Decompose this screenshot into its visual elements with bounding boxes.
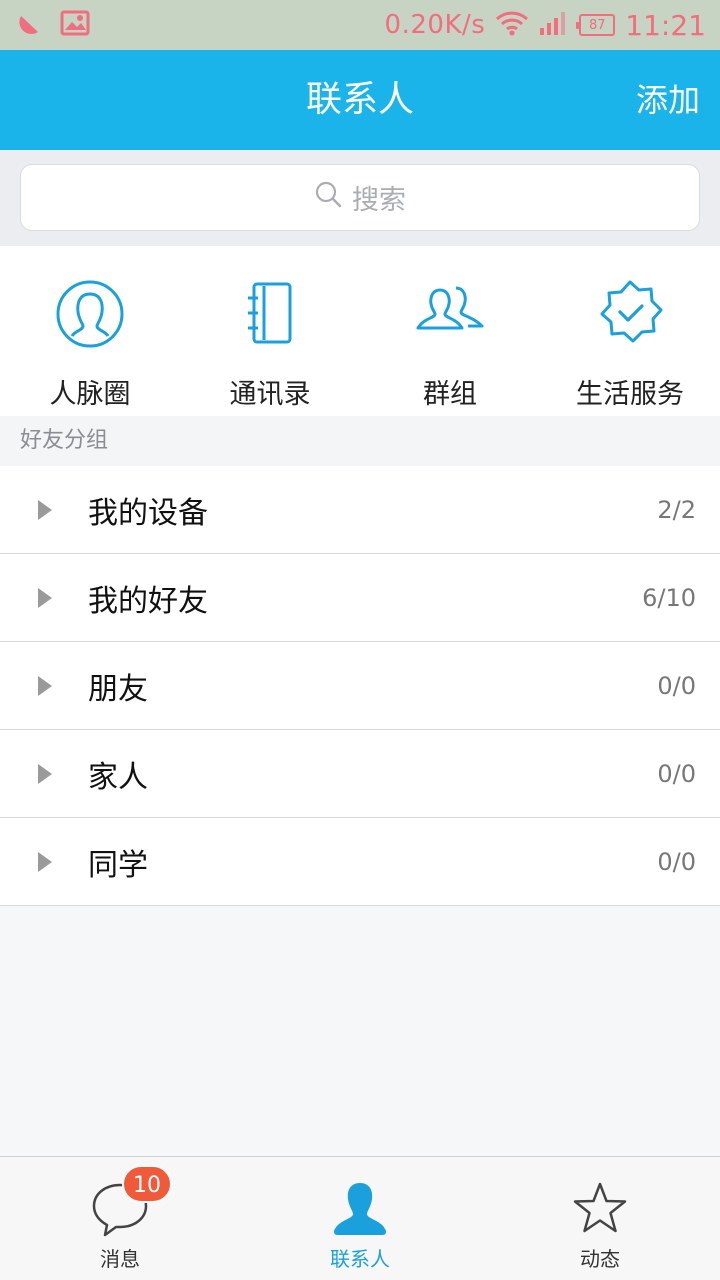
tab-contacts[interactable]: 联系人	[240, 1157, 480, 1280]
quick-action-label: 人脉圈	[49, 379, 131, 410]
add-button[interactable]: 添加	[636, 50, 700, 150]
expand-arrow-icon	[38, 851, 52, 872]
app-header: 联系人 添加	[0, 50, 720, 150]
quick-action-label: 生活服务	[576, 379, 684, 410]
clock: 11:21	[625, 8, 706, 42]
group-count: 0/0	[657, 759, 696, 788]
quick-action-address-book[interactable]: 通讯录	[180, 246, 360, 416]
quick-action-label: 群组	[423, 379, 477, 410]
contact-circle-icon	[50, 274, 130, 354]
group-name: 我的好友	[88, 583, 208, 619]
group-list: 我的设备 2/2 我的好友 6/10 朋友 0/0 家人 0/0 同学 0/0	[0, 466, 720, 906]
quick-action-life-services[interactable]: 生活服务	[540, 246, 720, 416]
group-row-my-devices[interactable]: 我的设备 2/2	[0, 466, 720, 554]
search-placeholder: 搜索	[352, 185, 406, 216]
group-count: 0/0	[657, 847, 696, 876]
network-speed: 0.20K/s	[384, 10, 486, 40]
friend-groups-header: 好友分组	[0, 416, 720, 466]
signal-icon	[539, 10, 569, 40]
group-row-classmates[interactable]: 同学 0/0	[0, 818, 720, 906]
group-name: 朋友	[88, 671, 148, 707]
image-icon	[60, 10, 90, 40]
group-name: 我的设备	[88, 495, 208, 531]
group-count: 6/10	[642, 583, 696, 612]
group-row-my-friends[interactable]: 我的好友 6/10	[0, 554, 720, 642]
group-name: 家人	[88, 759, 148, 795]
tab-feed[interactable]: 动态	[480, 1157, 720, 1280]
quick-action-label: 通讯录	[229, 379, 311, 410]
bottom-nav: 消息 10 联系人 动态	[0, 1156, 720, 1280]
expand-arrow-icon	[38, 499, 52, 520]
group-count: 2/2	[657, 495, 696, 524]
group-row-family[interactable]: 家人 0/0	[0, 730, 720, 818]
page-title: 联系人	[305, 79, 414, 120]
tab-label: 动态	[580, 1247, 620, 1271]
verified-badge-icon	[590, 274, 670, 354]
battery-icon: 87	[576, 14, 616, 36]
quick-action-groups[interactable]: 群组	[360, 246, 540, 416]
search-input[interactable]: 搜索	[20, 164, 700, 231]
tab-label: 消息	[100, 1247, 140, 1271]
address-book-icon	[230, 274, 310, 354]
wifi-icon	[495, 10, 529, 40]
quick-actions: 人脉圈 通讯录 群组 生活服务	[0, 246, 720, 416]
group-row-friends[interactable]: 朋友 0/0	[0, 642, 720, 730]
person-icon	[330, 1179, 390, 1239]
app-notification-icon	[18, 10, 44, 40]
group-name: 同学	[88, 847, 148, 883]
group-count: 0/0	[657, 671, 696, 700]
unread-badge: 10	[122, 1165, 172, 1203]
search-icon	[314, 180, 342, 215]
star-icon	[570, 1179, 630, 1239]
quick-action-contacts-circle[interactable]: 人脉圈	[0, 246, 180, 416]
expand-arrow-icon	[38, 763, 52, 784]
tab-label: 联系人	[330, 1247, 390, 1271]
tab-messages[interactable]: 消息 10	[0, 1157, 240, 1280]
expand-arrow-icon	[38, 587, 52, 608]
expand-arrow-icon	[38, 675, 52, 696]
status-bar: 0.20K/s 87 11:21	[0, 0, 720, 50]
group-icon	[410, 274, 490, 354]
search-bar: 搜索	[0, 150, 720, 246]
